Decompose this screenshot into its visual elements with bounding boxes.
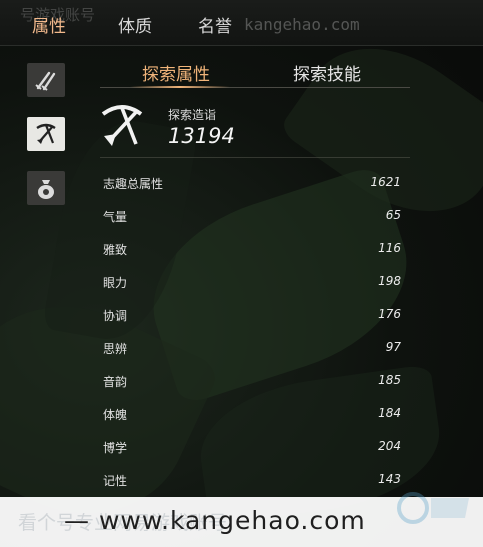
attribute-label: 协调 (103, 309, 128, 323)
tab-reputation[interactable]: 名誉 (198, 12, 232, 37)
tab-attributes[interactable]: 属性 (32, 12, 66, 37)
divider (100, 157, 410, 158)
list-item: 气量 65 (100, 203, 405, 236)
attribute-value: 204 (378, 439, 401, 453)
attribute-value: 143 (378, 472, 401, 486)
list-item: 志趣总属性 1621 (100, 170, 405, 203)
watermark-top-url: kangehao.com (244, 15, 360, 34)
coin-bag-icon (38, 180, 54, 199)
list-item: 雅致 116 (100, 236, 405, 269)
attribute-label: 眼力 (103, 276, 128, 290)
attribute-label: 气量 (103, 210, 128, 224)
attribute-value: 1621 (370, 175, 401, 189)
pickaxe-shovel-icon (101, 105, 143, 146)
attribute-value: 116 (378, 241, 401, 255)
watermark-url-text: www.kangehao.com (98, 506, 366, 535)
tab-exploration-attributes[interactable]: 探索属性 (142, 60, 210, 85)
attribute-value: 65 (385, 208, 401, 222)
pickaxe-shovel-icon (36, 123, 56, 144)
side-tab-weapons[interactable] (27, 63, 65, 97)
attribute-label: 雅致 (103, 243, 128, 257)
attribute-label: 体魄 (103, 408, 128, 422)
weapons-icon (35, 71, 56, 91)
attribute-value: 185 (378, 373, 401, 387)
side-tab-exploration[interactable] (27, 117, 65, 151)
watermark-bottom-url: — www.kangehao.com (64, 506, 366, 535)
exploration-mastery-label: 探索造诣 (168, 108, 217, 122)
tab-constitution[interactable]: 体质 (118, 12, 152, 37)
tab-exploration-skills[interactable]: 探索技能 (293, 60, 361, 85)
list-item: 记性 143 (100, 467, 405, 500)
attribute-value: 184 (378, 406, 401, 420)
list-item: 协调 176 (100, 302, 405, 335)
attribute-value: 97 (385, 340, 401, 354)
side-tab-wealth[interactable] (27, 171, 65, 205)
attribute-label: 博学 (103, 441, 128, 455)
list-item: 思辨 97 (100, 335, 405, 368)
attribute-label: 记性 (103, 474, 128, 488)
active-tab-underline (130, 86, 230, 88)
attribute-label: 志趣总属性 (103, 177, 164, 191)
list-item: 博学 204 (100, 434, 405, 467)
attribute-label: 思辨 (103, 342, 128, 356)
section-tabs: 探索属性 探索技能 (100, 58, 410, 88)
list-item: 体魄 184 (100, 401, 405, 434)
watermark-logo-icon (397, 492, 469, 524)
list-item: 音韵 185 (100, 368, 405, 401)
attribute-value: 198 (378, 274, 401, 288)
attribute-label: 音韵 (103, 375, 128, 389)
list-item: 眼力 198 (100, 269, 405, 302)
top-tab-bar: 号游戏账号 属性 体质 名誉 kangehao.com (0, 0, 483, 46)
attribute-value: 176 (378, 307, 401, 321)
exploration-mastery-value: 13194 (168, 124, 235, 148)
attribute-list: 志趣总属性 1621 气量 65 雅致 116 眼力 198 协调 176 思辨 97 音韵… (100, 170, 405, 500)
